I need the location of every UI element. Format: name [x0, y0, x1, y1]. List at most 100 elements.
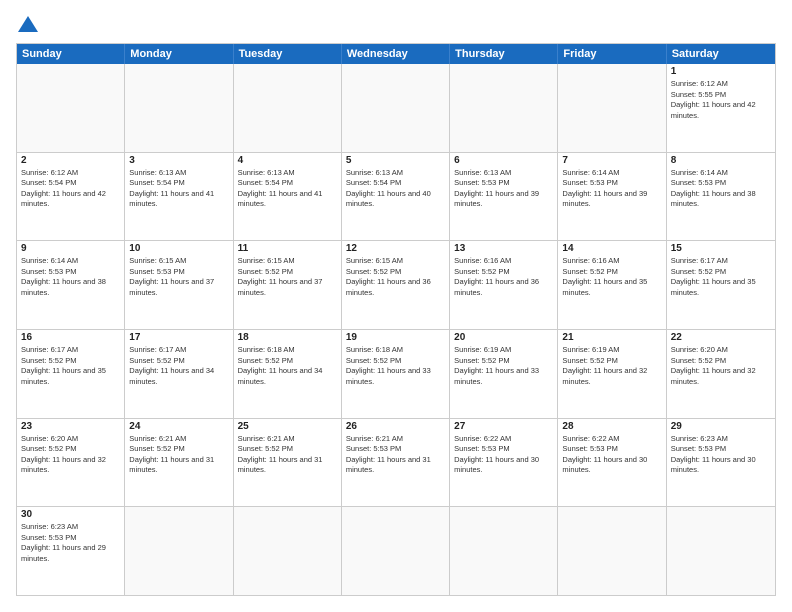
- day-number: 12: [346, 243, 445, 254]
- calendar-cell: 21Sunrise: 6:19 AM Sunset: 5:52 PM Dayli…: [558, 330, 666, 418]
- day-number: 18: [238, 332, 337, 343]
- day-info: Sunrise: 6:14 AM Sunset: 5:53 PM Dayligh…: [671, 168, 771, 210]
- day-number: 8: [671, 155, 771, 166]
- day-info: Sunrise: 6:14 AM Sunset: 5:53 PM Dayligh…: [21, 256, 120, 298]
- calendar-cell: 9 Sunrise: 6:14 AM Sunset: 5:53 PM Daylig…: [17, 241, 125, 329]
- calendar-cell: [558, 64, 666, 152]
- calendar-cell: [450, 507, 558, 595]
- calendar-cell: 19 Sunrise: 6:18 AM Sunset: 5:52 PM Dayli…: [342, 330, 450, 418]
- calendar-header-cell: Sunday: [17, 44, 125, 64]
- day-number: 17: [129, 332, 228, 343]
- calendar-cell: 30 Sunrise: 6:23 AM Sunset: 5:53 PM Dayli…: [17, 507, 125, 595]
- calendar-header-cell: Wednesday: [342, 44, 450, 64]
- calendar-cell: 7Sunrise: 6:14 AM Sunset: 5:53 PM Daylig…: [558, 153, 666, 241]
- day-number: 3: [129, 155, 228, 166]
- calendar-header-cell: Monday: [125, 44, 233, 64]
- calendar-cell: 14 Sunrise: 6:16 AM Sunset: 5:52 PM Dayli…: [558, 241, 666, 329]
- day-info: Sunrise: 6:15 AM Sunset: 5:52 PM Dayligh…: [238, 256, 337, 298]
- calendar-cell: 12Sunrise: 6:15 AM Sunset: 5:52 PM Dayli…: [342, 241, 450, 329]
- day-number: 19: [346, 332, 445, 343]
- header: [16, 16, 776, 33]
- day-info: Sunrise: 6:20 AM Sunset: 5:52 PM Dayligh…: [671, 345, 771, 387]
- day-info: Sunrise: 6:17 AM Sunset: 5:52 PM Dayligh…: [671, 256, 771, 298]
- calendar-row: 9 Sunrise: 6:14 AM Sunset: 5:53 PM Daylig…: [17, 241, 775, 330]
- day-number: 4: [238, 155, 337, 166]
- calendar: SundayMondayTuesdayWednesdayThursdayFrid…: [16, 43, 776, 596]
- day-number: 30: [21, 509, 120, 520]
- calendar-cell: 18 Sunrise: 6:18 AM Sunset: 5:52 PM Dayli…: [234, 330, 342, 418]
- day-number: 29: [671, 421, 771, 432]
- calendar-cell: 24 Sunrise: 6:21 AM Sunset: 5:52 PM Dayli…: [125, 419, 233, 507]
- day-info: Sunrise: 6:17 AM Sunset: 5:52 PM Dayligh…: [129, 345, 228, 387]
- calendar-header-cell: Thursday: [450, 44, 558, 64]
- calendar-cell: 4 Sunrise: 6:13 AM Sunset: 5:54 PM Daylig…: [234, 153, 342, 241]
- calendar-cell: 6Sunrise: 6:13 AM Sunset: 5:53 PM Daylig…: [450, 153, 558, 241]
- calendar-cell: [234, 507, 342, 595]
- calendar-cell: 20Sunrise: 6:19 AM Sunset: 5:52 PM Dayli…: [450, 330, 558, 418]
- day-number: 2: [21, 155, 120, 166]
- calendar-cell: 13Sunrise: 6:16 AM Sunset: 5:52 PM Dayli…: [450, 241, 558, 329]
- calendar-row: 2 Sunrise: 6:12 AM Sunset: 5:54 PM Daylig…: [17, 153, 775, 242]
- calendar-cell: 26 Sunrise: 6:21 AM Sunset: 5:53 PM Dayli…: [342, 419, 450, 507]
- day-info: Sunrise: 6:19 AM Sunset: 5:52 PM Dayligh…: [454, 345, 553, 387]
- calendar-cell: 23Sunrise: 6:20 AM Sunset: 5:52 PM Dayli…: [17, 419, 125, 507]
- calendar-header-cell: Saturday: [667, 44, 775, 64]
- day-number: 16: [21, 332, 120, 343]
- logo: [16, 16, 38, 33]
- day-number: 23: [21, 421, 120, 432]
- calendar-cell: [450, 64, 558, 152]
- day-number: 24: [129, 421, 228, 432]
- calendar-cell: [125, 507, 233, 595]
- calendar-cell: [342, 64, 450, 152]
- day-info: Sunrise: 6:13 AM Sunset: 5:54 PM Dayligh…: [346, 168, 445, 210]
- day-number: 7: [562, 155, 661, 166]
- day-number: 27: [454, 421, 553, 432]
- calendar-header-cell: Friday: [558, 44, 666, 64]
- day-info: Sunrise: 6:13 AM Sunset: 5:54 PM Dayligh…: [129, 168, 228, 210]
- day-number: 28: [562, 421, 661, 432]
- day-number: 9: [21, 243, 120, 254]
- day-info: Sunrise: 6:21 AM Sunset: 5:52 PM Dayligh…: [129, 434, 228, 476]
- page: SundayMondayTuesdayWednesdayThursdayFrid…: [0, 0, 792, 612]
- day-number: 1: [671, 66, 771, 77]
- calendar-cell: 27 Sunrise: 6:22 AM Sunset: 5:53 PM Dayli…: [450, 419, 558, 507]
- day-info: Sunrise: 6:18 AM Sunset: 5:52 PM Dayligh…: [238, 345, 337, 387]
- day-info: Sunrise: 6:22 AM Sunset: 5:53 PM Dayligh…: [454, 434, 553, 476]
- calendar-cell: 28 Sunrise: 6:22 AM Sunset: 5:53 PM Dayli…: [558, 419, 666, 507]
- calendar-cell: 2 Sunrise: 6:12 AM Sunset: 5:54 PM Daylig…: [17, 153, 125, 241]
- day-info: Sunrise: 6:15 AM Sunset: 5:53 PM Dayligh…: [129, 256, 228, 298]
- day-info: Sunrise: 6:21 AM Sunset: 5:53 PM Dayligh…: [346, 434, 445, 476]
- calendar-cell: 5 Sunrise: 6:13 AM Sunset: 5:54 PM Daylig…: [342, 153, 450, 241]
- day-number: 14: [562, 243, 661, 254]
- day-info: Sunrise: 6:13 AM Sunset: 5:54 PM Dayligh…: [238, 168, 337, 210]
- day-number: 26: [346, 421, 445, 432]
- calendar-row: 23Sunrise: 6:20 AM Sunset: 5:52 PM Dayli…: [17, 419, 775, 508]
- calendar-cell: 8 Sunrise: 6:14 AM Sunset: 5:53 PM Daylig…: [667, 153, 775, 241]
- day-number: 13: [454, 243, 553, 254]
- day-number: 5: [346, 155, 445, 166]
- day-info: Sunrise: 6:17 AM Sunset: 5:52 PM Dayligh…: [21, 345, 120, 387]
- day-info: Sunrise: 6:23 AM Sunset: 5:53 PM Dayligh…: [671, 434, 771, 476]
- calendar-cell: 3 Sunrise: 6:13 AM Sunset: 5:54 PM Daylig…: [125, 153, 233, 241]
- day-info: Sunrise: 6:16 AM Sunset: 5:52 PM Dayligh…: [562, 256, 661, 298]
- calendar-cell: [125, 64, 233, 152]
- calendar-cell: 11 Sunrise: 6:15 AM Sunset: 5:52 PM Dayli…: [234, 241, 342, 329]
- calendar-row: 30 Sunrise: 6:23 AM Sunset: 5:53 PM Dayli…: [17, 507, 775, 595]
- logo-icon: [18, 16, 38, 32]
- day-info: Sunrise: 6:12 AM Sunset: 5:54 PM Dayligh…: [21, 168, 120, 210]
- logo-text: [16, 16, 38, 32]
- calendar-cell: [667, 507, 775, 595]
- calendar-body: 1 Sunrise: 6:12 AM Sunset: 5:55 PM Daylig…: [17, 64, 775, 595]
- calendar-cell: [234, 64, 342, 152]
- day-info: Sunrise: 6:12 AM Sunset: 5:55 PM Dayligh…: [671, 79, 771, 121]
- calendar-header-row: SundayMondayTuesdayWednesdayThursdayFrid…: [17, 44, 775, 64]
- day-info: Sunrise: 6:13 AM Sunset: 5:53 PM Dayligh…: [454, 168, 553, 210]
- calendar-cell: 16 Sunrise: 6:17 AM Sunset: 5:52 PM Dayli…: [17, 330, 125, 418]
- day-info: Sunrise: 6:23 AM Sunset: 5:53 PM Dayligh…: [21, 522, 120, 564]
- day-number: 15: [671, 243, 771, 254]
- calendar-cell: [342, 507, 450, 595]
- day-info: Sunrise: 6:18 AM Sunset: 5:52 PM Dayligh…: [346, 345, 445, 387]
- day-info: Sunrise: 6:22 AM Sunset: 5:53 PM Dayligh…: [562, 434, 661, 476]
- day-number: 11: [238, 243, 337, 254]
- day-info: Sunrise: 6:19 AM Sunset: 5:52 PM Dayligh…: [562, 345, 661, 387]
